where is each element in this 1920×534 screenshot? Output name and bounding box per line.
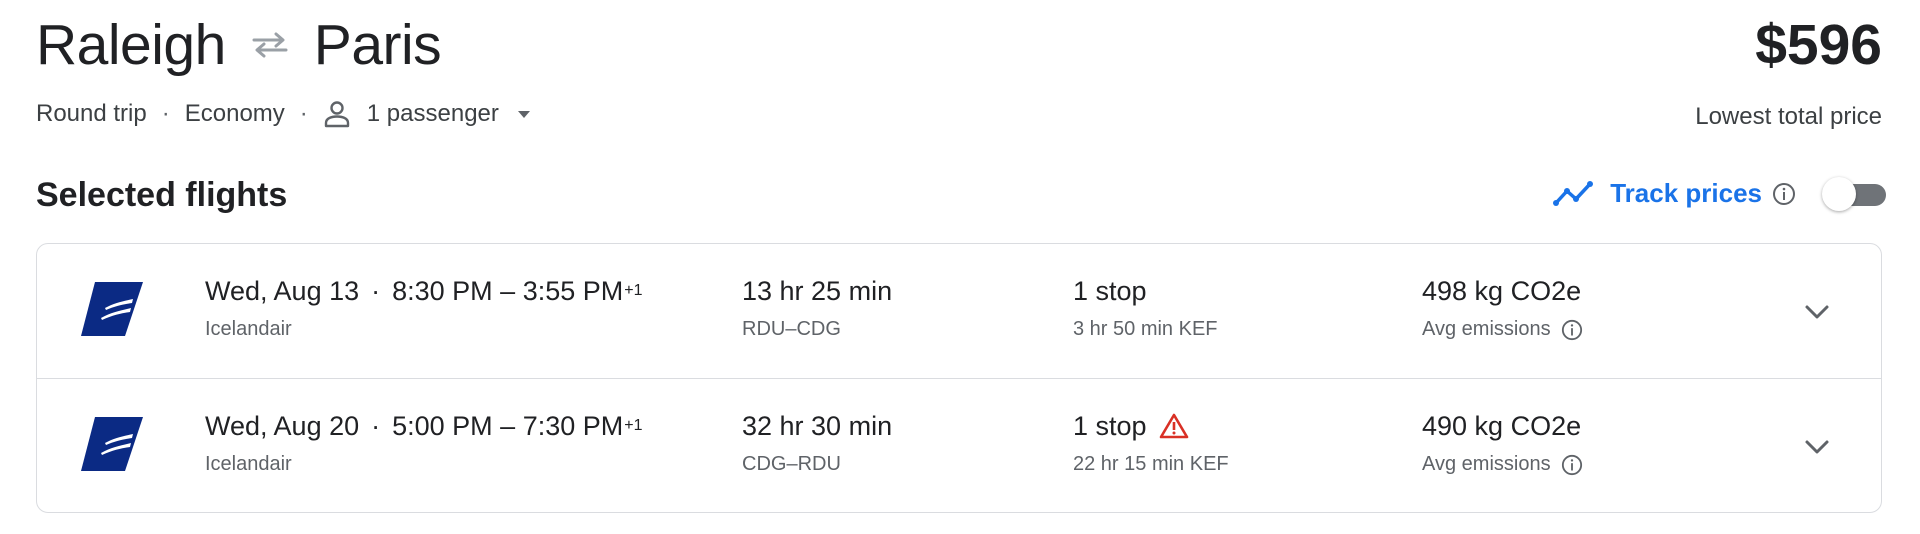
flight-duration: 32 hr 30 min CDG–RDU: [742, 409, 892, 476]
emissions-value: 498 kg CO2e: [1422, 276, 1582, 306]
lowest-price: $596: [1755, 13, 1882, 77]
passenger-count: 1 passenger: [366, 100, 499, 127]
layover-info: 22 hr 15 min KEF: [1073, 453, 1229, 475]
stops-count: 1 stop: [1073, 411, 1147, 441]
emissions-value: 490 kg CO2e: [1422, 411, 1582, 441]
flight-times: Wed, Aug 13 · 8:30 PM – 3:55 PM +1 Icelan…: [205, 274, 643, 341]
stops-count: 1 stop: [1073, 276, 1147, 306]
info-icon[interactable]: [1561, 319, 1583, 341]
emissions-label: Avg emissions: [1422, 453, 1551, 475]
emissions-label: Avg emissions: [1422, 318, 1551, 340]
separator-dot: ·: [161, 100, 170, 127]
person-icon: [324, 101, 349, 128]
destination-city: Paris: [313, 13, 442, 77]
flight-time-range: 8:30 PM – 3:55 PM: [392, 276, 624, 306]
airline-name: Icelandair: [205, 453, 292, 475]
info-icon[interactable]: [1561, 454, 1583, 476]
passenger-selector[interactable]: 1 passenger: [323, 100, 535, 128]
flight-time-range: 5:00 PM – 7:30 PM: [392, 411, 624, 441]
day-offset: +1: [624, 417, 643, 434]
layover-info: 3 hr 50 min KEF: [1073, 318, 1218, 340]
trip-header: Raleigh Paris: [36, 12, 442, 78]
flight-date: Wed, Aug 13: [205, 276, 360, 306]
caret-down-icon: [517, 111, 530, 118]
flight-row-return[interactable]: Wed, Aug 20 · 5:00 PM – 7:30 PM +1 Icelan…: [37, 379, 1881, 513]
trend-line-icon: [1553, 180, 1594, 206]
warning-icon[interactable]: [1159, 412, 1189, 440]
cabin-class: Economy: [184, 100, 285, 127]
route-codes: RDU–CDG: [742, 318, 841, 340]
duration-value: 13 hr 25 min: [742, 276, 893, 306]
origin-city: Raleigh: [36, 13, 226, 77]
toggle-knob: [1822, 176, 1856, 211]
flight-stops: 1 stop 3 hr 50 min KEF: [1073, 274, 1218, 341]
expand-chevron-down-icon[interactable]: [1797, 292, 1837, 332]
flight-duration: 13 hr 25 min RDU–CDG: [742, 274, 892, 341]
section-title: Selected flights: [36, 176, 288, 214]
flight-date: Wed, Aug 20: [205, 411, 360, 441]
flight-stops: 1 stop 22 hr 15 min KEF: [1073, 409, 1229, 476]
price-caption: Lowest total price: [1695, 103, 1882, 130]
flight-emissions: 490 kg CO2e Avg emissions: [1422, 409, 1583, 476]
airline-name: Icelandair: [205, 318, 292, 340]
info-icon[interactable]: [1772, 182, 1796, 206]
icelandair-logo: [81, 417, 143, 471]
flight-row-outbound[interactable]: Wed, Aug 13 · 8:30 PM – 3:55 PM +1 Icelan…: [37, 244, 1881, 378]
flight-times: Wed, Aug 20 · 5:00 PM – 7:30 PM +1 Icelan…: [205, 409, 643, 476]
flight-emissions: 498 kg CO2e Avg emissions: [1422, 274, 1583, 341]
separator-dot: ·: [371, 411, 381, 441]
separator-dot: ·: [371, 276, 381, 306]
day-offset: +1: [624, 282, 643, 299]
track-prices-label[interactable]: Track prices: [1610, 178, 1762, 209]
track-prices: Track prices: [1552, 176, 1886, 211]
separator-dot: ·: [299, 100, 308, 127]
trip-type: Round trip: [36, 100, 147, 127]
trip-options: Round trip · Economy · 1 passenger: [36, 100, 535, 128]
icelandair-logo: [81, 282, 143, 336]
track-prices-toggle[interactable]: [1822, 176, 1886, 211]
expand-chevron-down-icon[interactable]: [1797, 427, 1837, 467]
swap-arrows-icon: [248, 25, 292, 65]
selected-flights-card: Wed, Aug 13 · 8:30 PM – 3:55 PM +1 Icelan…: [36, 243, 1882, 513]
duration-value: 32 hr 30 min: [742, 411, 893, 441]
route-codes: CDG–RDU: [742, 453, 841, 475]
